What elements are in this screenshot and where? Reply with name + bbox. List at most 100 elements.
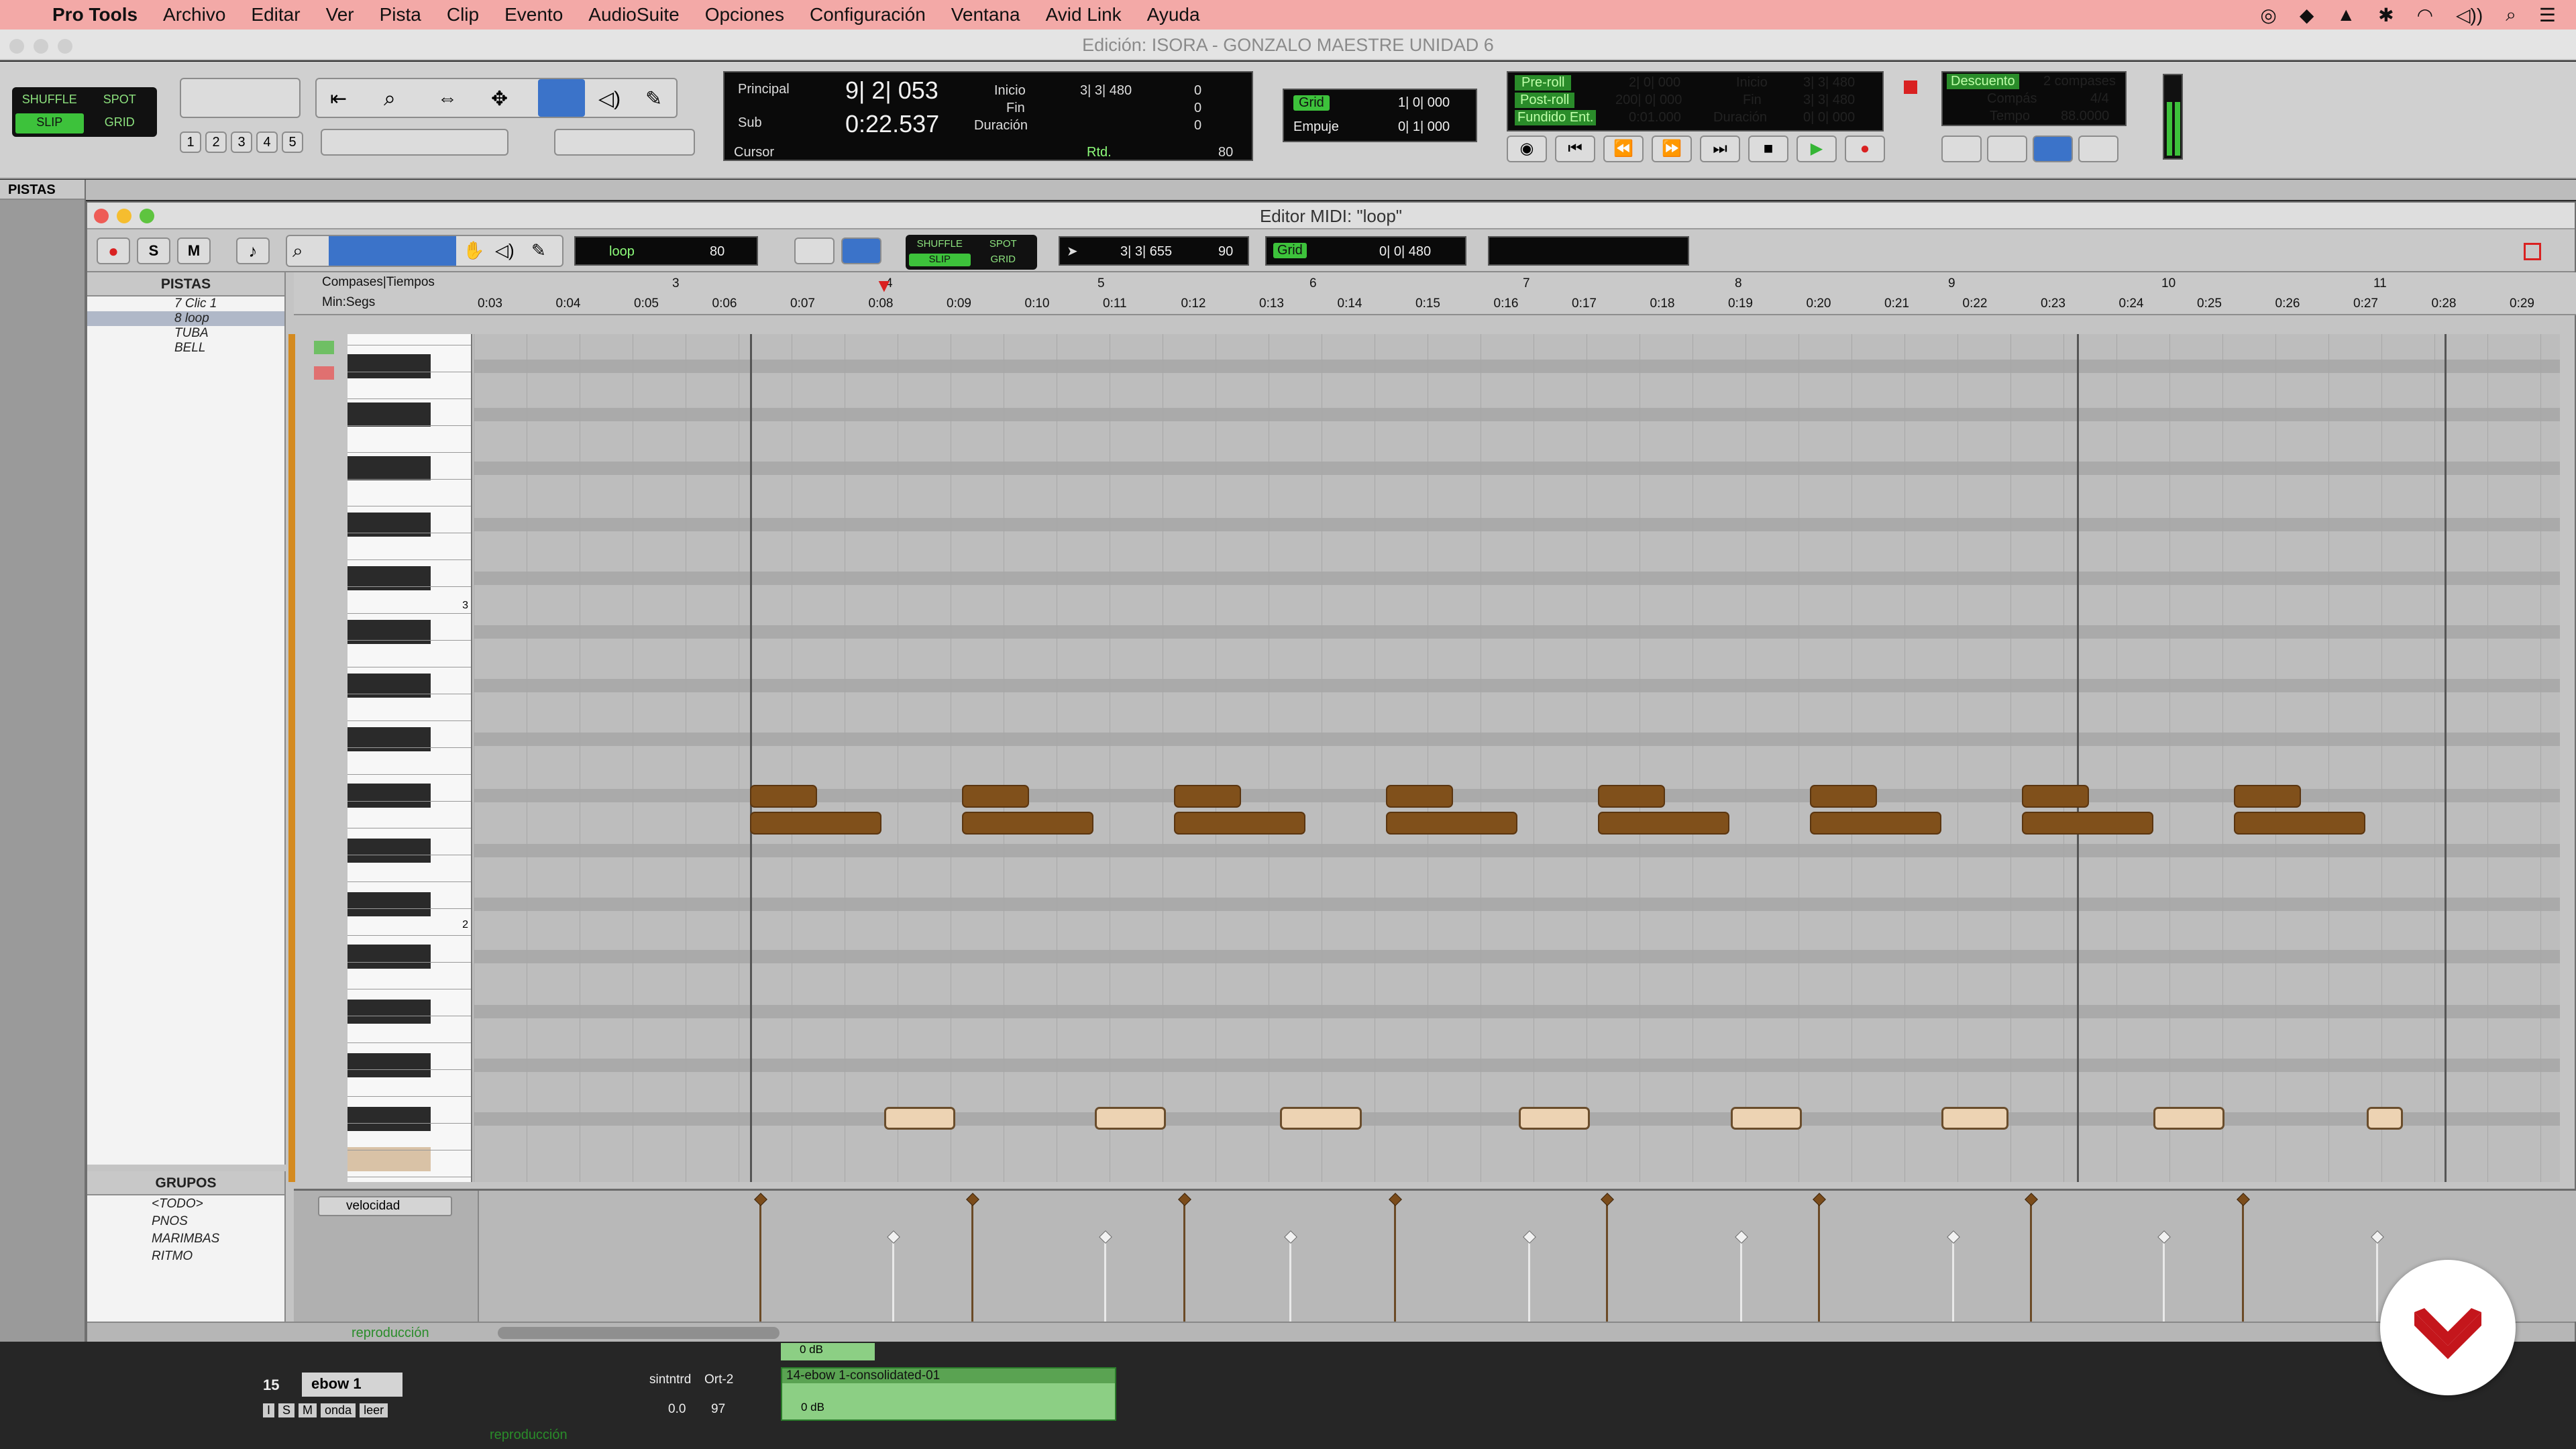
midi-speaker-tool-icon[interactable]: ◁) bbox=[495, 240, 515, 261]
midi-zoom-button[interactable] bbox=[140, 209, 154, 223]
midi-note[interactable] bbox=[1174, 812, 1305, 835]
black-key[interactable] bbox=[347, 1000, 431, 1024]
menu-ver[interactable]: Ver bbox=[326, 4, 354, 25]
mute-button[interactable]: M bbox=[299, 1403, 317, 1417]
edit-options[interactable] bbox=[321, 129, 508, 156]
midi-note[interactable] bbox=[962, 812, 1093, 835]
velocity-handle[interactable] bbox=[2025, 1193, 2038, 1206]
midi-zoom-tool-icon[interactable]: ⌕ bbox=[292, 240, 303, 262]
spot-mode-button[interactable]: SPOT bbox=[86, 91, 154, 111]
midi-note-selected[interactable] bbox=[1519, 1107, 1590, 1130]
midi-note-selected[interactable] bbox=[1731, 1107, 1802, 1130]
midi-note-grid[interactable] bbox=[474, 334, 2560, 1182]
black-key[interactable] bbox=[347, 354, 431, 378]
main-counter-value[interactable]: 9| 2| 053 bbox=[845, 76, 938, 105]
velocity-stalk-selected[interactable] bbox=[2163, 1238, 2165, 1324]
zoom-window-button[interactable] bbox=[58, 39, 72, 54]
zoom-preset-5[interactable]: 5 bbox=[282, 131, 303, 153]
menu-app-name[interactable]: Pro Tools bbox=[52, 4, 138, 25]
velocity-handle[interactable] bbox=[1178, 1193, 1191, 1206]
velocity-handle-selected[interactable] bbox=[2371, 1230, 2384, 1244]
search-icon[interactable]: ⌕ bbox=[2506, 4, 2516, 26]
transport-length-value[interactable]: 0| 0| 000 bbox=[1803, 110, 1855, 125]
preroll-value[interactable]: 2| 0| 000 bbox=[1629, 75, 1680, 91]
velocity-stalk[interactable] bbox=[759, 1200, 761, 1324]
pencil-tool-icon[interactable]: ✎ bbox=[645, 87, 662, 111]
sub-counter-value[interactable]: 0:22.537 bbox=[845, 110, 939, 138]
black-key[interactable] bbox=[347, 839, 431, 863]
velocity-handle[interactable] bbox=[1601, 1193, 1614, 1206]
velocity-tool-icon[interactable] bbox=[314, 366, 334, 380]
zoom-preset-2[interactable]: 2 bbox=[205, 131, 227, 153]
black-key[interactable] bbox=[347, 1107, 431, 1131]
stop-icon[interactable]: ■ bbox=[1748, 136, 1788, 162]
velocity-stalk-selected[interactable] bbox=[1528, 1238, 1530, 1324]
velocity-handle-selected[interactable] bbox=[887, 1230, 900, 1244]
midi-note[interactable] bbox=[2234, 812, 2365, 835]
preroll-label[interactable]: Pre-roll bbox=[1515, 75, 1572, 91]
midi-note[interactable] bbox=[750, 812, 881, 835]
velocity-stalk[interactable] bbox=[2242, 1200, 2244, 1324]
midi-close-button[interactable] bbox=[94, 209, 109, 223]
menu-clip[interactable]: Clip bbox=[447, 4, 479, 25]
black-key[interactable] bbox=[347, 945, 431, 969]
hand-tool-icon[interactable] bbox=[538, 79, 585, 117]
velocity-handle[interactable] bbox=[1813, 1193, 1826, 1206]
menu-pista[interactable]: Pista bbox=[380, 4, 421, 25]
wait-for-note-icon[interactable] bbox=[1941, 136, 1982, 162]
velocity-stalk[interactable] bbox=[1818, 1200, 1820, 1324]
midi-hand-tool-icon[interactable]: ✋ bbox=[463, 240, 484, 261]
trim-tool-icon[interactable]: ⇤ bbox=[330, 87, 347, 111]
midi-spot-mode[interactable]: SPOT bbox=[973, 238, 1034, 252]
grid-label[interactable]: Grid bbox=[1293, 95, 1330, 111]
midi-note[interactable] bbox=[2022, 785, 2089, 808]
midi-note-selected[interactable] bbox=[2367, 1107, 2403, 1130]
menu-opciones[interactable]: Opciones bbox=[705, 4, 784, 25]
fast-forward-icon[interactable]: ⏩ bbox=[1652, 136, 1692, 162]
grid-mode-button[interactable]: GRID bbox=[86, 113, 154, 134]
group-row-marimbas[interactable]: MARIMBAS bbox=[87, 1230, 284, 1248]
insert-slot[interactable]: sintntrd bbox=[649, 1373, 691, 1387]
bluetooth-icon[interactable]: ✱ bbox=[2378, 4, 2394, 26]
velocity-handle-selected[interactable] bbox=[2157, 1230, 2171, 1244]
midi-quantize-icon[interactable] bbox=[841, 237, 881, 264]
black-key[interactable] bbox=[347, 784, 431, 808]
velocity-stalk-selected[interactable] bbox=[1104, 1238, 1106, 1324]
selection-start-value[interactable]: 3| 3| 480 bbox=[1080, 83, 1132, 99]
conductor-icon[interactable] bbox=[2078, 136, 2118, 162]
wifi-icon[interactable]: ◠ bbox=[2417, 4, 2433, 26]
velocity-stalk-selected[interactable] bbox=[1740, 1238, 1742, 1324]
view-selector[interactable]: onda bbox=[321, 1403, 356, 1417]
velocity-handle-selected[interactable] bbox=[1735, 1230, 1748, 1244]
velocity-stalk[interactable] bbox=[2030, 1200, 2032, 1324]
track-row-tuba[interactable]: TUBA bbox=[87, 326, 284, 341]
notification-icon[interactable]: ▲ bbox=[2337, 4, 2355, 25]
selector-tool-icon[interactable]: ⇔ bbox=[437, 87, 458, 110]
nudge-label[interactable]: Empuje bbox=[1293, 119, 1339, 135]
midi-grid-label[interactable]: Grid bbox=[1273, 243, 1307, 258]
velocity-handle[interactable] bbox=[966, 1193, 979, 1206]
midi-record-icon[interactable]: ● bbox=[97, 237, 130, 264]
group-row-pnos[interactable]: PNOS bbox=[87, 1213, 284, 1230]
midi-note-selected[interactable] bbox=[884, 1107, 955, 1130]
velocity-handle[interactable] bbox=[2237, 1193, 2250, 1206]
output-slot[interactable]: Ort-2 bbox=[704, 1373, 733, 1387]
solo-button[interactable]: S bbox=[278, 1403, 295, 1417]
zoom-tool-icon[interactable]: ⌕ bbox=[384, 86, 396, 111]
midi-pencil-tool-icon[interactable]: ✎ bbox=[531, 240, 546, 261]
zoom-preset-3[interactable]: 3 bbox=[231, 131, 252, 153]
grid-value[interactable]: 1| 0| 000 bbox=[1398, 95, 1450, 111]
midi-solo-button[interactable]: S bbox=[137, 237, 170, 264]
midi-note[interactable] bbox=[1810, 785, 1877, 808]
midi-note[interactable] bbox=[2022, 812, 2153, 835]
velocity-handle[interactable] bbox=[754, 1193, 767, 1206]
go-to-end-icon[interactable]: ⏭ bbox=[1700, 136, 1740, 162]
volume-icon[interactable]: ◁)) bbox=[2456, 4, 2483, 26]
midi-grid-mode[interactable]: GRID bbox=[973, 254, 1034, 267]
velocity-stalk-selected[interactable] bbox=[892, 1238, 894, 1324]
velocity-handle[interactable] bbox=[1389, 1193, 1402, 1206]
menu-ayuda[interactable]: Ayuda bbox=[1147, 4, 1200, 25]
automation-mode[interactable]: leer bbox=[360, 1403, 388, 1417]
rtd-label[interactable]: Rtd. bbox=[1087, 145, 1112, 160]
creative-cloud-icon[interactable]: ◎ bbox=[2260, 4, 2276, 26]
